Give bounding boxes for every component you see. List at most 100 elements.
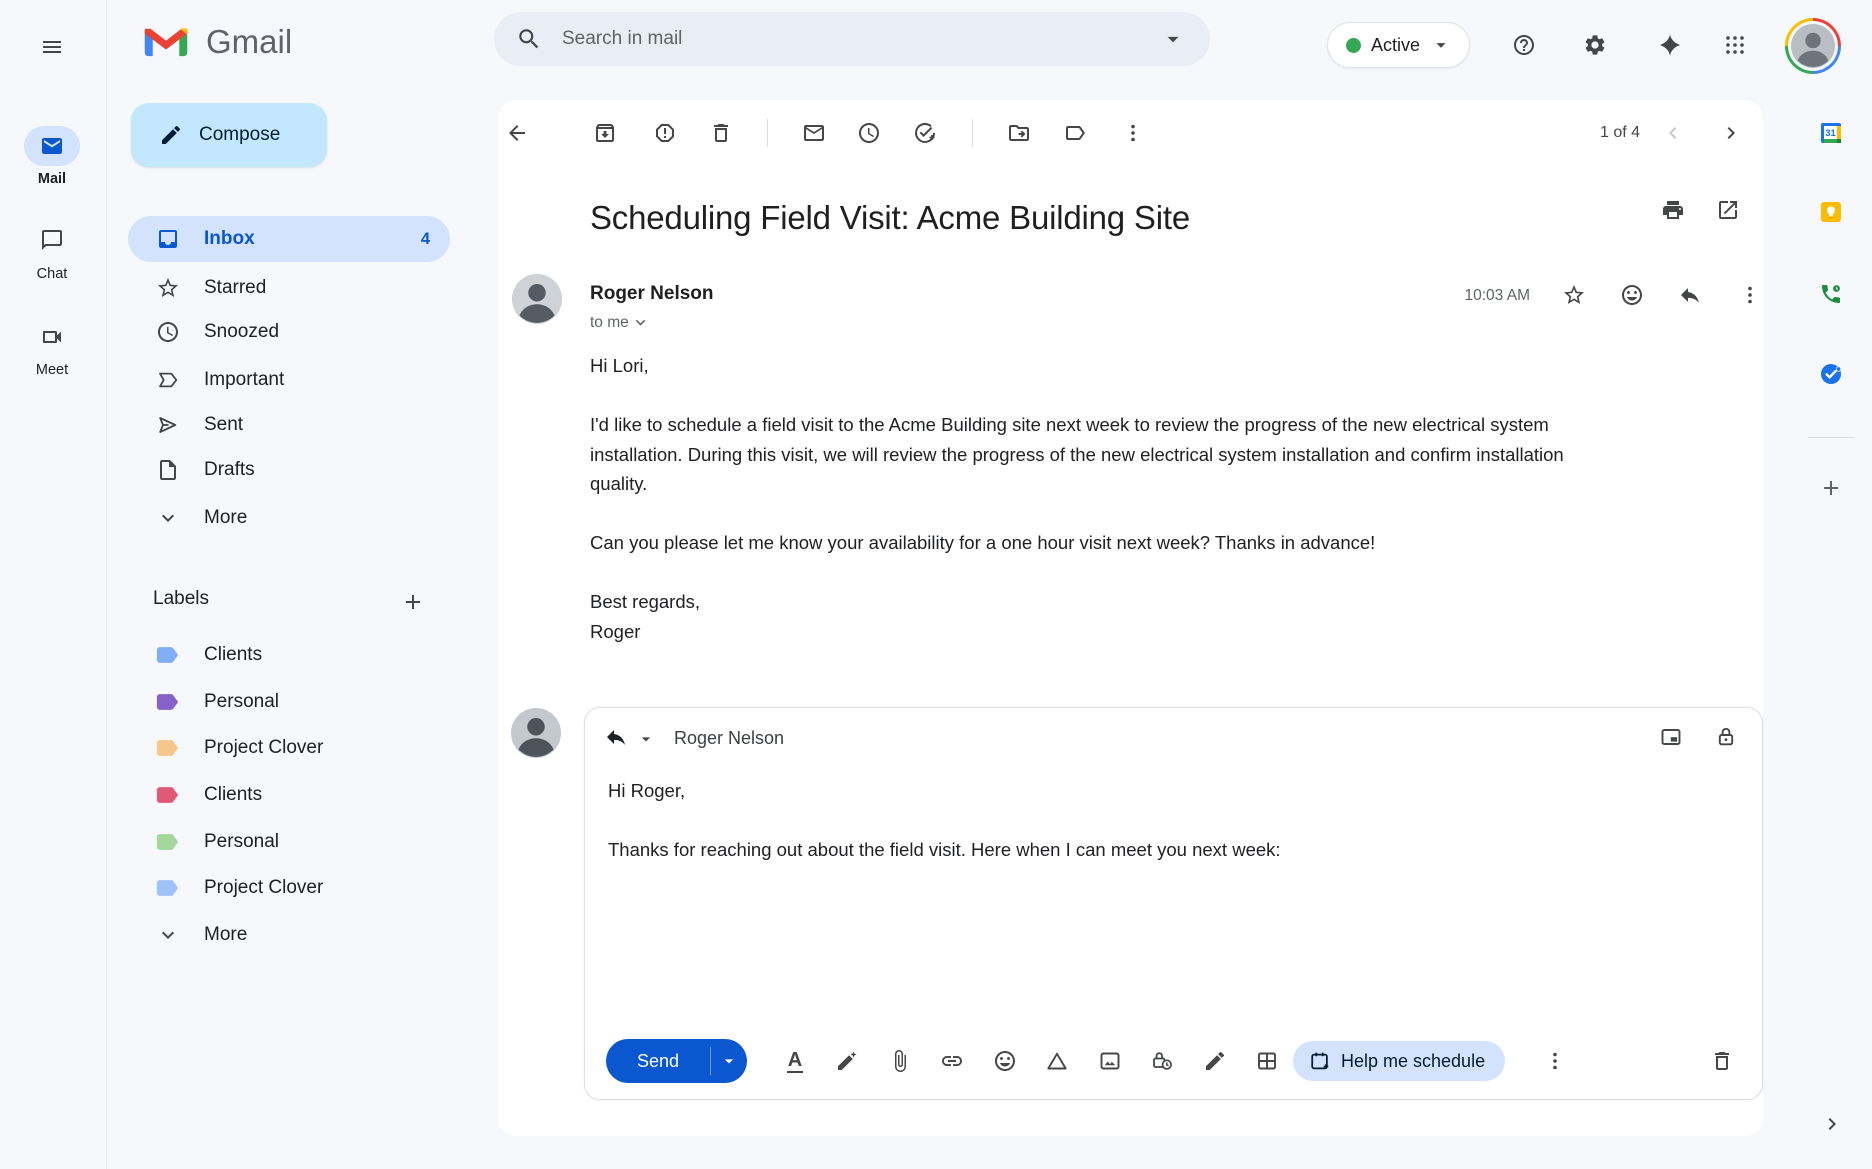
- newer-email-button[interactable]: [1651, 111, 1695, 155]
- sidebar-item-important[interactable]: Important: [128, 357, 450, 403]
- older-email-button[interactable]: [1709, 111, 1753, 155]
- back-button[interactable]: [495, 111, 539, 155]
- label-item-project-clover[interactable]: Project Clover: [128, 725, 450, 771]
- rail-item-meet-label[interactable]: Meet: [0, 362, 104, 378]
- reply-body[interactable]: Hi Roger, Thanks for reaching out about …: [608, 776, 1281, 865]
- send-button[interactable]: Send: [606, 1039, 747, 1083]
- keep-app-button[interactable]: [1809, 190, 1853, 234]
- help-me-schedule-button[interactable]: Help me schedule: [1293, 1041, 1506, 1081]
- draft-file-icon: [160, 460, 176, 480]
- mail-icon[interactable]: [40, 134, 64, 158]
- insert-emoji-button[interactable]: [983, 1039, 1027, 1083]
- add-to-tasks-button[interactable]: [903, 111, 947, 155]
- discard-draft-button[interactable]: [1700, 1039, 1744, 1083]
- status-chevron-icon: [1430, 34, 1452, 56]
- reply-button[interactable]: [1668, 273, 1712, 317]
- label-item-clients-2[interactable]: Clients: [128, 772, 450, 818]
- reply-type-button[interactable]: [596, 717, 636, 757]
- gemini-button[interactable]: [1648, 23, 1692, 67]
- compose-button[interactable]: Compose: [131, 103, 327, 167]
- star-button[interactable]: [1552, 273, 1596, 317]
- label-item-personal-2[interactable]: Personal: [128, 819, 450, 865]
- voice-app-button[interactable]: [1809, 272, 1853, 316]
- labels-button[interactable]: [1053, 111, 1097, 155]
- search-bar[interactable]: [494, 12, 1210, 66]
- sidebar-item-more[interactable]: More: [128, 495, 450, 541]
- search-options-chevron-icon[interactable]: [1160, 26, 1186, 52]
- emoji-reaction-button[interactable]: [1610, 273, 1654, 317]
- calendar-app-button[interactable]: 31: [1809, 111, 1853, 155]
- smiley-icon: [993, 1049, 1017, 1073]
- sidebar-item-starred[interactable]: Starred: [128, 265, 450, 311]
- recipient-label: to me: [590, 313, 629, 331]
- confidential-lock-button[interactable]: [1706, 717, 1746, 757]
- body-line: installation. During this visit, we will…: [590, 443, 1564, 465]
- apps-button[interactable]: [1713, 23, 1757, 67]
- chat-icon[interactable]: [40, 228, 64, 252]
- label-item-personal[interactable]: Personal: [128, 679, 450, 725]
- report-spam-button[interactable]: [643, 111, 687, 155]
- open-in-new-button[interactable]: [1706, 188, 1750, 232]
- account-avatar[interactable]: [1785, 18, 1841, 74]
- sidebar-item-drafts[interactable]: Drafts: [128, 447, 450, 493]
- sidebar-item-label: More: [204, 507, 248, 528]
- pop-out-reply-button[interactable]: [1651, 717, 1691, 757]
- insert-from-drive-button[interactable]: [1035, 1039, 1079, 1083]
- compose-more-options-button[interactable]: [1533, 1039, 1577, 1083]
- reply-line: Hi Roger,: [608, 780, 686, 801]
- details-chevron-icon[interactable]: [631, 313, 650, 332]
- label-item-project-clover-2[interactable]: Project Clover: [128, 865, 450, 911]
- status-green-dot: [1346, 37, 1361, 53]
- insert-photo-button[interactable]: [1088, 1039, 1132, 1083]
- insert-signature-button[interactable]: [1193, 1039, 1237, 1083]
- archive-button[interactable]: [583, 111, 627, 155]
- more-options-button[interactable]: [1111, 111, 1155, 155]
- message-more-button[interactable]: [1728, 273, 1772, 317]
- sender-name[interactable]: Roger Nelson: [590, 283, 714, 305]
- body-line: [590, 499, 1564, 529]
- tasks-app-button[interactable]: [1809, 352, 1853, 396]
- labels-more[interactable]: More: [128, 912, 450, 958]
- reply-recipient[interactable]: Roger Nelson: [674, 728, 784, 749]
- label-item-text: Personal: [204, 691, 279, 712]
- important-icon: [159, 372, 178, 388]
- reply-compose-card[interactable]: [584, 707, 1763, 1100]
- confidential-mode-button[interactable]: [1140, 1039, 1184, 1083]
- settings-button[interactable]: [1573, 23, 1617, 67]
- sidebar-item-inbox[interactable]: Inbox 4: [128, 216, 450, 262]
- label-item-clients[interactable]: Clients: [128, 632, 450, 678]
- hide-side-panel-button[interactable]: [1810, 1102, 1854, 1146]
- insert-link-button[interactable]: [930, 1039, 974, 1083]
- mark-unread-button[interactable]: [792, 111, 836, 155]
- snooze-button[interactable]: [847, 111, 891, 155]
- search-icon[interactable]: [516, 26, 542, 52]
- rail-item-chat-label[interactable]: Chat: [0, 266, 104, 282]
- help-button[interactable]: [1502, 23, 1546, 67]
- folder-move-icon: [1007, 121, 1031, 145]
- formatting-options-button[interactable]: A: [773, 1039, 817, 1083]
- more-vert-icon: [1543, 1049, 1567, 1073]
- reply-type-chevron-icon[interactable]: [636, 729, 656, 749]
- send-options-chevron-icon[interactable]: [711, 1051, 747, 1071]
- attach-file-button[interactable]: [878, 1039, 922, 1083]
- print-button[interactable]: [1651, 188, 1695, 232]
- layouts-button[interactable]: [1245, 1039, 1289, 1083]
- delete-button[interactable]: [699, 111, 743, 155]
- rail-item-mail-label[interactable]: Mail: [0, 171, 104, 187]
- sidebar-item-label: Drafts: [204, 459, 255, 480]
- recipient-row[interactable]: to me: [590, 313, 650, 332]
- label-item-text: Project Clover: [204, 737, 324, 758]
- send-label: Send: [636, 1050, 680, 1071]
- move-to-button[interactable]: [997, 111, 1041, 155]
- main-menu-button[interactable]: [30, 25, 74, 69]
- help-me-write-button[interactable]: [825, 1039, 869, 1083]
- search-input[interactable]: [560, 27, 1160, 51]
- sidebar-item-snoozed[interactable]: Snoozed: [128, 309, 450, 355]
- get-add-ons-button[interactable]: [1809, 466, 1853, 510]
- meet-icon[interactable]: [40, 325, 64, 349]
- sender-avatar[interactable]: [512, 274, 562, 324]
- task-check-plus-icon: [913, 121, 937, 145]
- sidebar-item-sent[interactable]: Sent: [128, 402, 450, 448]
- create-label-button[interactable]: [391, 580, 435, 624]
- status-selector[interactable]: Active: [1327, 22, 1470, 68]
